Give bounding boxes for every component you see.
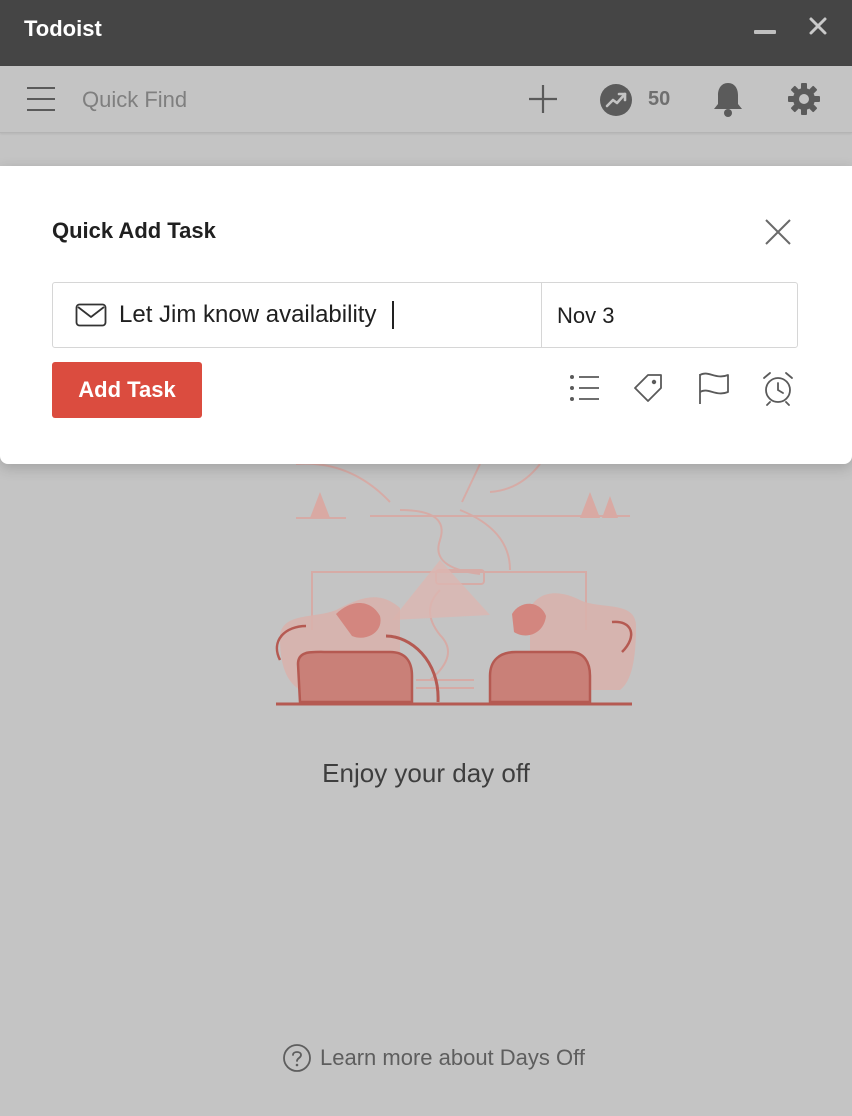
help-question-icon: [283, 1044, 311, 1072]
field-divider: [541, 283, 542, 347]
modal-title: Quick Add Task: [52, 218, 216, 243]
learn-more-label: Learn more about Days Off: [320, 1045, 585, 1070]
app-title: Todoist: [24, 16, 102, 41]
karma-count[interactable]: 50: [648, 88, 670, 111]
window-close-icon[interactable]: [804, 12, 832, 40]
label-tag-icon[interactable]: [630, 370, 666, 406]
mail-icon: [75, 303, 107, 327]
add-task-icon[interactable]: [526, 82, 560, 116]
quick-find-input[interactable]: [82, 86, 382, 114]
priority-flag-icon[interactable]: [696, 370, 732, 406]
empty-state-text: Enjoy your day off: [322, 758, 530, 788]
close-icon[interactable]: [760, 214, 796, 250]
quick-add-modal: Quick Add Task Add Task: [0, 166, 852, 464]
minimize-button[interactable]: [754, 30, 776, 34]
top-toolbar: 50: [0, 66, 852, 133]
text-cursor: [392, 301, 394, 329]
karma-trend-icon[interactable]: [598, 82, 634, 118]
due-date-input[interactable]: [557, 299, 777, 333]
settings-gear-icon[interactable]: [786, 81, 822, 117]
add-task-button[interactable]: Add Task: [52, 362, 202, 418]
project-list-icon[interactable]: [566, 370, 602, 406]
window-titlebar: Todoist: [0, 0, 852, 66]
task-entry-row: [52, 282, 798, 348]
day-off-illustration: [275, 462, 636, 706]
notifications-bell-icon[interactable]: [712, 80, 744, 118]
learn-more-link[interactable]: Learn more about Days Off: [282, 1042, 585, 1074]
menu-icon[interactable]: [26, 86, 56, 112]
reminder-alarm-icon[interactable]: [760, 370, 796, 406]
task-name-input[interactable]: [119, 297, 529, 333]
